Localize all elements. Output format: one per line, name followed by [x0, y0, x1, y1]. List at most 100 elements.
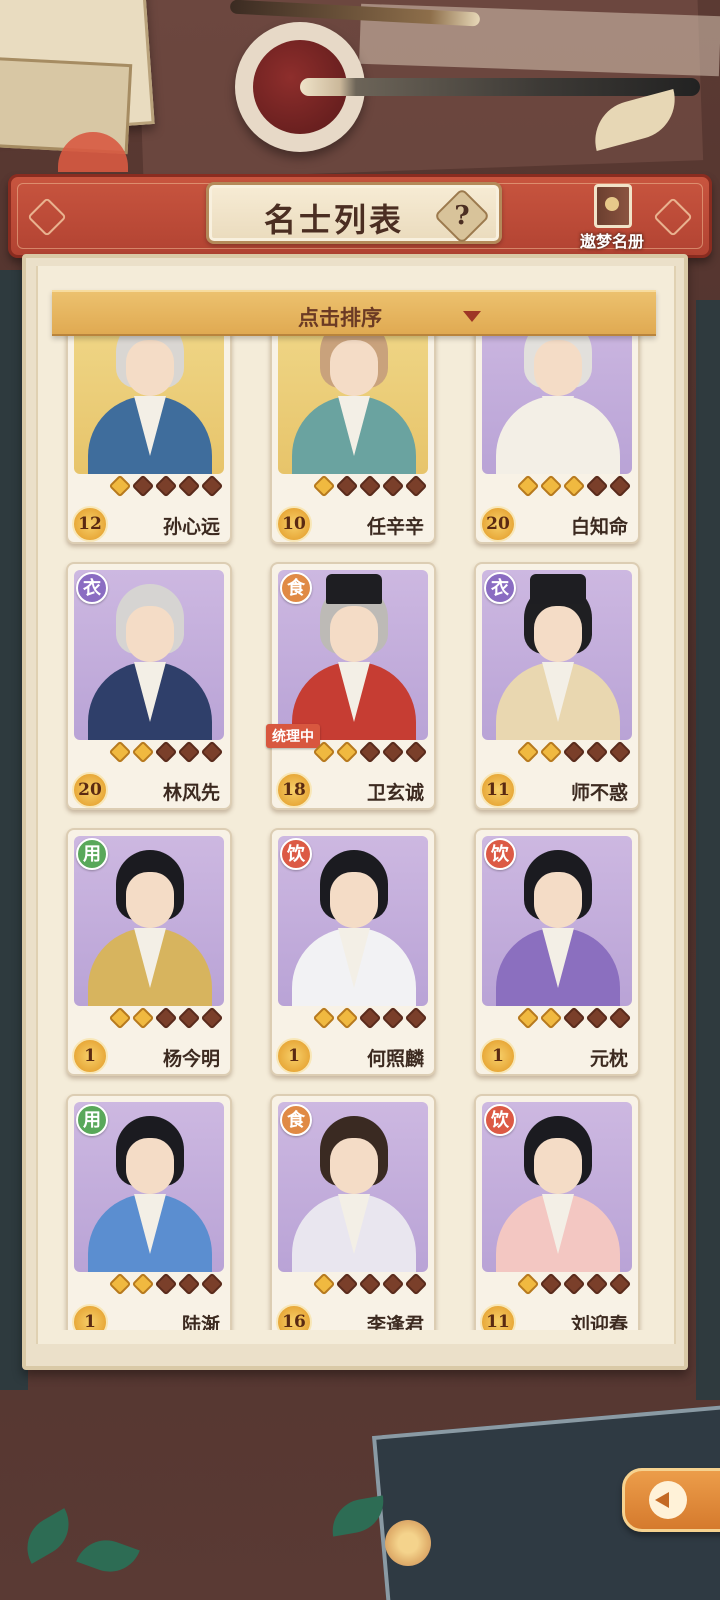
- roster-book-label: 遨梦名册: [579, 232, 644, 251]
- level-badge: 20: [72, 772, 108, 808]
- star-filled-icon: [516, 1272, 540, 1296]
- character-card[interactable]: 10 任辛辛: [270, 336, 436, 544]
- level-badge: 11: [480, 1304, 516, 1330]
- star-empty-icon: [608, 740, 632, 764]
- level-badge: 20: [480, 506, 516, 542]
- back-button[interactable]: [622, 1468, 720, 1532]
- back-arrow-icon: [649, 1481, 687, 1519]
- star-empty-icon: [585, 1272, 609, 1296]
- character-name: 何照麟: [366, 1048, 424, 1070]
- star-rating: [108, 1272, 228, 1296]
- category-badge: 食: [280, 1104, 312, 1136]
- star-empty-icon: [608, 1006, 632, 1030]
- star-empty-icon: [358, 474, 382, 498]
- level-badge: 10: [276, 506, 312, 542]
- star-empty-icon: [404, 740, 428, 764]
- star-rating: [516, 474, 636, 498]
- star-empty-icon: [335, 474, 359, 498]
- character-grid[interactable]: 12 孙心远 10 任辛辛 20 白知命衣 20 林风先食统理中 18 卫玄诚衣 11 师不惑用 1 杨今…: [54, 336, 658, 1330]
- star-rating: [108, 740, 228, 764]
- character-name: 陆渐: [181, 1314, 220, 1330]
- star-empty-icon: [562, 1272, 586, 1296]
- level-badge: 1: [480, 1038, 516, 1074]
- ornament-icon: [653, 197, 693, 237]
- star-filled-icon: [312, 474, 336, 498]
- character-card[interactable]: 12 孙心远: [66, 336, 232, 544]
- star-rating: [108, 1006, 228, 1030]
- star-filled-icon: [516, 1006, 540, 1030]
- character-card[interactable]: 用 1 杨今明: [66, 828, 232, 1076]
- star-empty-icon: [404, 1272, 428, 1296]
- star-empty-icon: [200, 1006, 224, 1030]
- dropdown-triangle-icon: [463, 311, 481, 322]
- star-empty-icon: [200, 474, 224, 498]
- star-empty-icon: [404, 474, 428, 498]
- star-empty-icon: [154, 474, 178, 498]
- star-filled-icon: [516, 740, 540, 764]
- star-rating: [108, 474, 228, 498]
- star-empty-icon: [585, 740, 609, 764]
- star-rating: [312, 1006, 432, 1030]
- character-card[interactable]: 饮 1 元枕: [474, 828, 640, 1076]
- level-badge: 1: [72, 1038, 108, 1074]
- character-card[interactable]: 20 白知命: [474, 336, 640, 544]
- star-empty-icon: [358, 1006, 382, 1030]
- star-empty-icon: [381, 740, 405, 764]
- star-filled-icon: [312, 1272, 336, 1296]
- star-empty-icon: [154, 1006, 178, 1030]
- star-filled-icon: [335, 740, 359, 764]
- character-name: 卫玄诚: [366, 782, 424, 804]
- star-rating: [516, 1006, 636, 1030]
- star-empty-icon: [200, 1272, 224, 1296]
- ornament-icon: [27, 197, 67, 237]
- sort-button[interactable]: 点击排序: [52, 290, 656, 336]
- star-filled-icon: [131, 1272, 155, 1296]
- character-portrait: [482, 336, 632, 474]
- character-name: 杨今明: [162, 1048, 220, 1070]
- character-card[interactable]: 食统理中 18 卫玄诚: [266, 562, 436, 810]
- star-empty-icon: [608, 1272, 632, 1296]
- character-name: 白知命: [570, 516, 628, 538]
- star-empty-icon: [381, 474, 405, 498]
- desk-edge-decoration: [696, 300, 720, 1400]
- star-empty-icon: [381, 1006, 405, 1030]
- star-filled-icon: [539, 1006, 563, 1030]
- category-badge: 饮: [484, 838, 516, 870]
- page-title: 名士列表: [263, 201, 404, 239]
- character-card[interactable]: 衣 20 林风先: [66, 562, 232, 810]
- level-badge: 11: [480, 772, 516, 808]
- star-filled-icon: [131, 740, 155, 764]
- character-name: 师不惑: [570, 782, 628, 804]
- character-name: 孙心远: [162, 516, 220, 538]
- star-empty-icon: [154, 1272, 178, 1296]
- star-filled-icon: [539, 740, 563, 764]
- character-name: 刘迎春: [570, 1314, 628, 1330]
- roster-book-button[interactable]: 遨梦名册: [580, 178, 644, 252]
- star-rating: [312, 1272, 432, 1296]
- star-empty-icon: [358, 1272, 382, 1296]
- question-mark-icon[interactable]: ?: [442, 196, 482, 236]
- star-empty-icon: [177, 1272, 201, 1296]
- sort-label: 点击排序: [298, 306, 382, 330]
- character-card[interactable]: 饮 11 刘迎春: [474, 1094, 640, 1330]
- star-empty-icon: [177, 740, 201, 764]
- character-name: 李逢君: [366, 1314, 424, 1330]
- star-filled-icon: [108, 474, 132, 498]
- category-badge: 衣: [484, 572, 516, 604]
- star-filled-icon: [312, 1006, 336, 1030]
- star-filled-icon: [516, 474, 540, 498]
- star-empty-icon: [381, 1272, 405, 1296]
- character-card[interactable]: 衣 11 师不惑: [474, 562, 640, 810]
- star-rating: [516, 1272, 636, 1296]
- star-filled-icon: [562, 474, 586, 498]
- star-empty-icon: [358, 740, 382, 764]
- star-rating: [312, 740, 432, 764]
- character-card[interactable]: 用 1 陆渐: [66, 1094, 232, 1330]
- character-card[interactable]: 饮 1 何照麟: [270, 828, 436, 1076]
- character-name: 林风先: [162, 782, 220, 804]
- leaf-decoration: [15, 1508, 81, 1564]
- star-empty-icon: [177, 474, 201, 498]
- star-empty-icon: [608, 474, 632, 498]
- character-card[interactable]: 食 16 李逢君: [270, 1094, 436, 1330]
- category-badge: 饮: [280, 838, 312, 870]
